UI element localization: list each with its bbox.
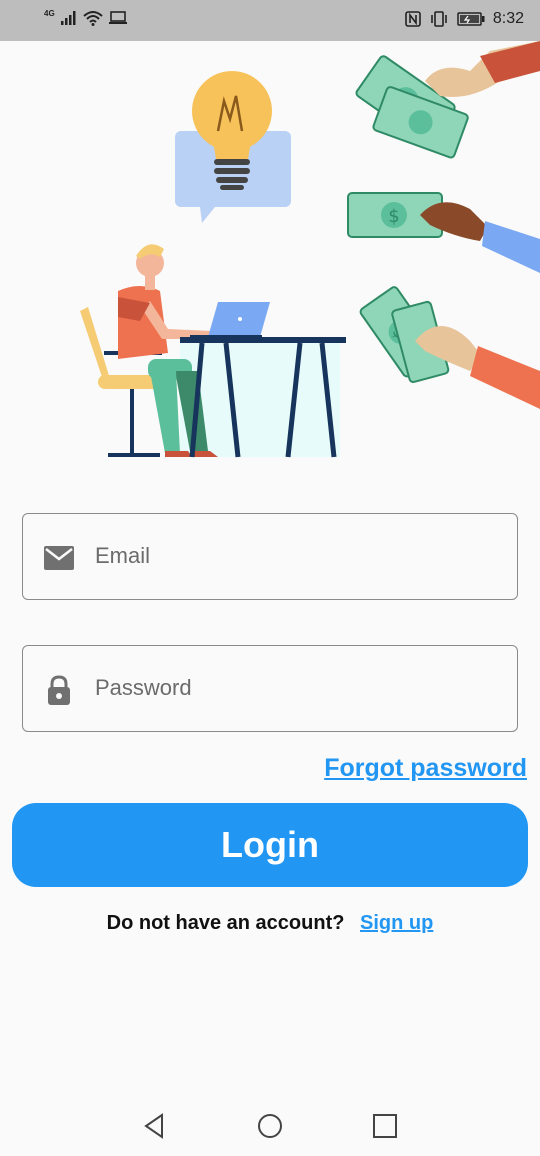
signup-link[interactable]: Sign up — [360, 912, 433, 934]
network-type: 4G — [44, 8, 55, 18]
lightbulb-icon — [175, 71, 291, 223]
svg-text:$: $ — [388, 206, 399, 227]
battery-icon — [457, 12, 485, 26]
password-input[interactable] — [95, 646, 505, 730]
signup-row: Do not have an account? Sign up — [0, 912, 540, 935]
hero-illustration: $ $ $ — [80, 41, 540, 458]
email-field[interactable] — [22, 513, 518, 600]
status-bar: 4G 8:32 — [0, 0, 540, 41]
money-hand-icon: $ — [355, 41, 540, 159]
mail-icon — [44, 546, 74, 570]
status-time: 8:32 — [492, 10, 524, 27]
navigation-bar — [0, 1094, 540, 1156]
status-left: 4G — [44, 8, 127, 26]
status-right: 8:32 — [405, 10, 524, 28]
screen-cast-icon — [108, 11, 127, 24]
forgot-password-link[interactable]: Forgot password — [324, 754, 527, 783]
recents-icon[interactable] — [370, 1111, 400, 1141]
home-icon[interactable] — [255, 1111, 285, 1141]
back-icon[interactable] — [140, 1111, 170, 1141]
signup-prompt: Do not have an account? — [106, 912, 345, 934]
login-button[interactable]: Login — [12, 803, 528, 887]
password-field[interactable] — [22, 645, 518, 732]
vibrate-icon — [431, 11, 447, 27]
email-input[interactable] — [95, 514, 505, 598]
nfc-icon — [405, 11, 421, 27]
lock-icon — [48, 675, 70, 705]
money-hand-icon: $ — [347, 192, 540, 273]
signal-icon — [60, 11, 76, 25]
wifi-icon — [83, 11, 103, 26]
money-hand-icon: $ — [359, 286, 540, 409]
